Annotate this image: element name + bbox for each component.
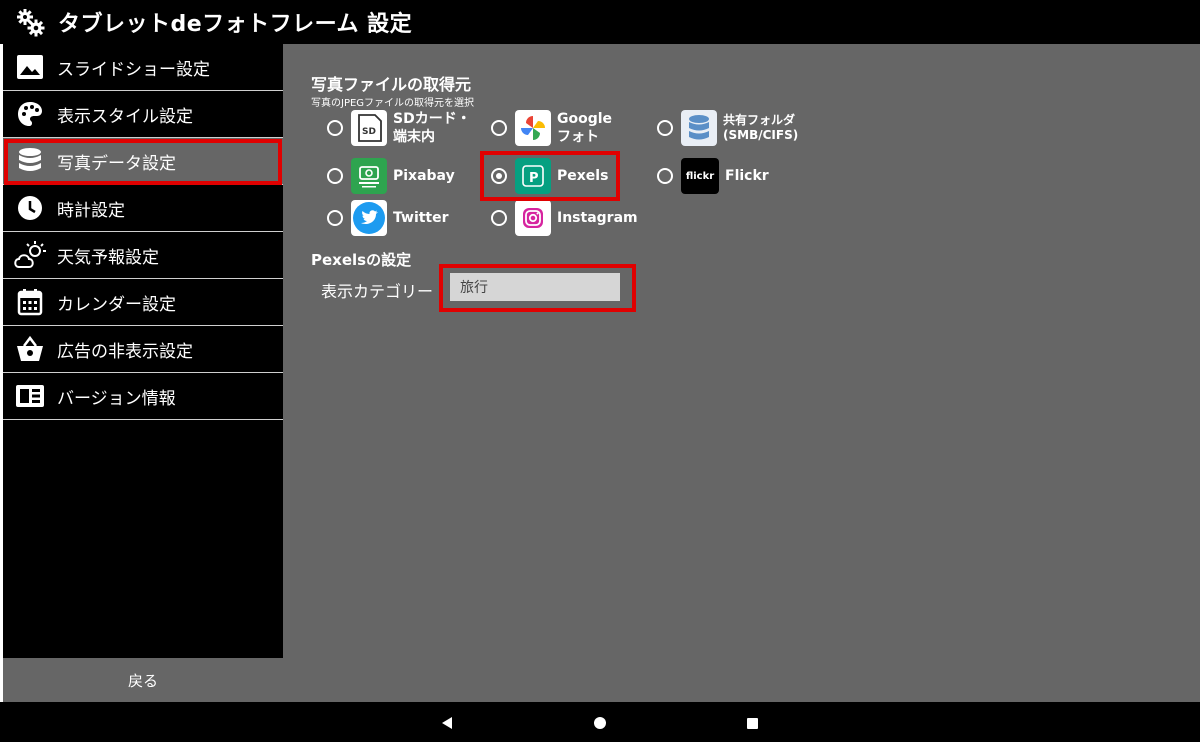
app-title: タブレットdeフォトフレーム 設定 (58, 12, 413, 37)
radio-button[interactable] (491, 120, 507, 136)
source-section-title: 写真ファイルの取得元 (311, 75, 472, 94)
sidebar-item-label: 時計設定 (57, 200, 125, 221)
option-sd-card[interactable]: SD SDカード・ 端末内 (327, 110, 471, 146)
option-label-line2: フォト (557, 129, 599, 145)
option-label-line1: SDカード・ (393, 111, 471, 127)
option-google-photos[interactable]: Google フォト (491, 110, 612, 146)
sidebar-item-display-style[interactable]: 表示スタイル設定 (3, 91, 283, 138)
option-label: SDカード・ 端末内 (393, 110, 471, 146)
info-card-icon (13, 379, 47, 413)
option-label: Google フォト (557, 110, 612, 146)
radio-button[interactable] (657, 120, 673, 136)
option-label: 共有フォルダ (SMB/CIFS) (723, 113, 798, 143)
option-label-line2: (SMB/CIFS) (723, 128, 799, 142)
calendar-icon (13, 285, 47, 319)
sd-card-logo-text: SD (362, 127, 376, 137)
radio-button[interactable] (327, 168, 343, 184)
content-panel: 写真ファイルの取得元 写真のJPEGファイルの取得元を選択 SD SDカード・ … (283, 44, 1200, 658)
instagram-icon (515, 200, 551, 236)
category-label: 表示カテゴリー (321, 282, 434, 301)
sidebar: スライドショー設定 表示スタイル設定 写真データ設定 時計設定 天気予報設定 カ… (3, 44, 283, 658)
home-nav-icon[interactable] (593, 716, 607, 730)
shared-folder-icon (681, 110, 717, 146)
option-label-line2: 端末内 (393, 129, 435, 145)
sidebar-item-label: バージョン情報 (57, 388, 176, 409)
option-label-line1: 共有フォルダ (723, 113, 796, 127)
clock-icon (13, 191, 47, 225)
sidebar-item-ads[interactable]: 広告の非表示設定 (3, 326, 283, 373)
sidebar-item-label: カレンダー設定 (57, 294, 176, 315)
flickr-logo-text: flickr (685, 170, 715, 182)
back-nav-icon[interactable] (440, 716, 454, 730)
option-label: Flickr (725, 168, 769, 184)
sidebar-item-calendar[interactable]: カレンダー設定 (3, 279, 283, 326)
radio-button[interactable] (327, 210, 343, 226)
settings-frame: スライドショー設定 表示スタイル設定 写真データ設定 時計設定 天気予報設定 カ… (0, 44, 1200, 702)
image-icon (13, 50, 47, 84)
option-shared-folder[interactable]: 共有フォルダ (SMB/CIFS) (657, 110, 798, 146)
option-pixabay[interactable]: Pixabay (327, 158, 455, 194)
sidebar-item-label: スライドショー設定 (57, 59, 210, 80)
system-nav-bar (0, 702, 1200, 742)
option-label-line1: Google (557, 111, 613, 127)
sd-card-icon: SD (351, 110, 387, 146)
radio-button[interactable] (327, 120, 343, 136)
sidebar-highlight-box (4, 139, 282, 185)
basket-icon (13, 332, 47, 366)
weather-icon (13, 238, 47, 272)
recents-nav-icon[interactable] (746, 717, 759, 730)
sidebar-item-weather[interactable]: 天気予報設定 (3, 232, 283, 279)
sidebar-item-label: 広告の非表示設定 (57, 341, 193, 362)
option-label: Pixabay (393, 168, 455, 184)
option-label: Twitter (393, 210, 449, 226)
radio-button[interactable] (657, 168, 673, 184)
sidebar-item-slideshow[interactable]: スライドショー設定 (3, 44, 283, 91)
sidebar-item-label: 天気予報設定 (57, 247, 159, 268)
back-button[interactable]: 戻る (3, 658, 283, 702)
option-flickr[interactable]: flickr Flickr (657, 158, 769, 194)
source-section-subtitle: 写真のJPEGファイルの取得元を選択 (311, 98, 475, 109)
gears-icon (10, 0, 50, 44)
pexels-section-title: Pexelsの設定 (311, 251, 412, 269)
radio-button[interactable] (491, 210, 507, 226)
flickr-icon: flickr (681, 158, 719, 194)
option-instagram[interactable]: Instagram (491, 200, 638, 236)
pixabay-icon (351, 158, 387, 194)
sidebar-item-label: 表示スタイル設定 (57, 106, 193, 127)
category-highlight-box (439, 264, 636, 312)
title-bar: タブレットdeフォトフレーム 設定 (0, 0, 1200, 44)
option-twitter[interactable]: Twitter (327, 200, 449, 236)
sidebar-item-version[interactable]: バージョン情報 (3, 373, 283, 420)
option-label: Instagram (557, 210, 638, 226)
pexels-highlight-box (480, 151, 620, 201)
palette-icon (13, 97, 47, 131)
sidebar-item-clock[interactable]: 時計設定 (3, 185, 283, 232)
twitter-icon (351, 200, 387, 236)
back-bar: 戻る (3, 658, 1200, 702)
google-photos-icon (515, 110, 551, 146)
